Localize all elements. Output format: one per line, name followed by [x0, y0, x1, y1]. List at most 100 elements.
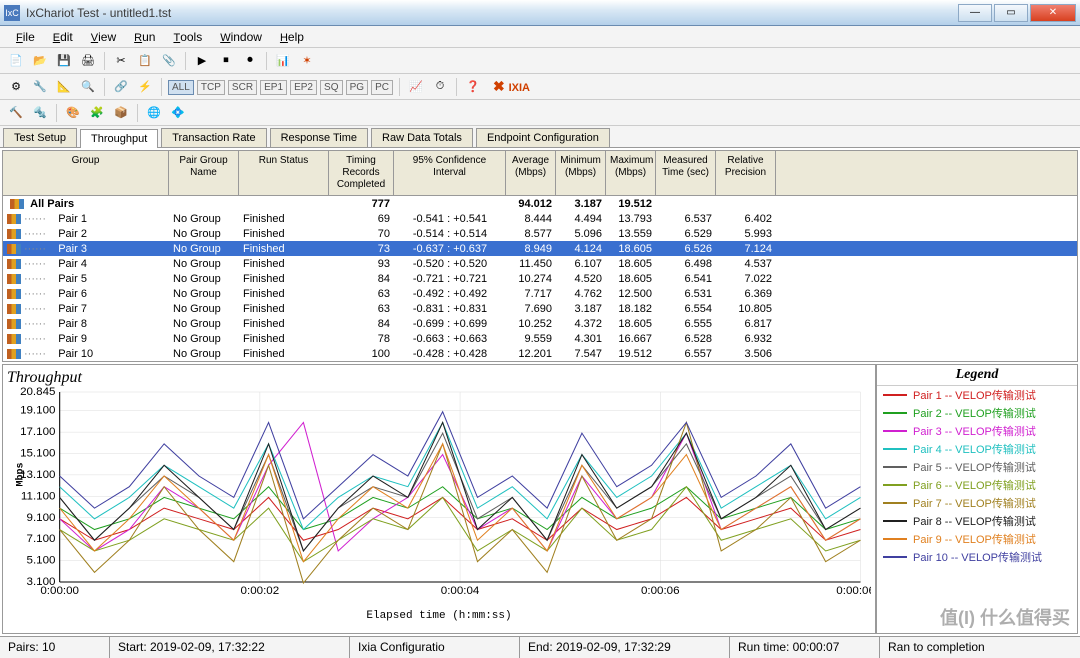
legend-item[interactable]: Pair 9 -- VELOP传输测试 [877, 530, 1077, 548]
tool-icon[interactable]: 💠 [168, 103, 188, 123]
help-icon[interactable]: ❓ [463, 77, 483, 97]
svg-text:0:00:06: 0:00:06 [641, 585, 680, 597]
tool-icon[interactable]: 🔗 [111, 77, 131, 97]
table-row[interactable]: ······ Pair 1 No GroupFinished69 -0.541 … [3, 211, 1077, 226]
grid-body[interactable]: All Pairs 77794.012 3.18719.512 ······ P… [3, 196, 1077, 361]
tool-icon[interactable]: 🔨 [6, 103, 26, 123]
save-icon[interactable]: 💾 [54, 51, 74, 71]
menu-help[interactable]: Help [272, 28, 312, 46]
open-icon[interactable]: 📂 [30, 51, 50, 71]
tab-transaction rate[interactable]: Transaction Rate [161, 128, 266, 147]
tab-strip: Test SetupThroughputTransaction RateResp… [0, 126, 1080, 148]
tab-response time[interactable]: Response Time [270, 128, 368, 147]
legend-item[interactable]: Pair 1 -- VELOP传输测试 [877, 386, 1077, 404]
brand-logo: ✖ IXIA [493, 78, 530, 95]
tool-icon[interactable]: ⚙ [6, 77, 26, 97]
filter-pc[interactable]: PC [371, 80, 393, 95]
filter-tcp[interactable]: TCP [197, 80, 225, 95]
maximize-button[interactable]: ▭ [994, 4, 1028, 22]
menu-edit[interactable]: Edit [45, 28, 81, 46]
legend-item[interactable]: Pair 7 -- VELOP传输测试 [877, 494, 1077, 512]
col-header[interactable]: RelativePrecision [716, 151, 776, 195]
paste-icon[interactable]: 📎 [159, 51, 179, 71]
legend-item[interactable]: Pair 4 -- VELOP传输测试 [877, 440, 1077, 458]
legend-item[interactable]: Pair 5 -- VELOP传输测试 [877, 458, 1077, 476]
col-header[interactable]: Group [3, 151, 169, 195]
menu-view[interactable]: View [83, 28, 124, 46]
stop-icon[interactable]: ⏹ [216, 51, 236, 71]
filter-ep1[interactable]: EP1 [260, 80, 287, 95]
tab-test setup[interactable]: Test Setup [3, 128, 77, 147]
legend-item[interactable]: Pair 10 -- VELOP传输测试 [877, 548, 1077, 566]
chart-icon[interactable]: 📊 [273, 51, 293, 71]
table-row[interactable]: ······ Pair 6 No GroupFinished63 -0.492 … [3, 286, 1077, 301]
record-icon[interactable]: ⏺ [240, 51, 260, 71]
table-row[interactable]: ······ Pair 10 No GroupFinished100 -0.42… [3, 346, 1077, 361]
tool-icon[interactable]: 📐 [54, 77, 74, 97]
table-row[interactable]: ······ Pair 8 No GroupFinished84 -0.699 … [3, 316, 1077, 331]
tool-icon[interactable]: 📈 [406, 77, 426, 97]
table-row[interactable]: ······ Pair 9 No GroupFinished78 -0.663 … [3, 331, 1077, 346]
svg-text:0:00:06.7: 0:00:06.7 [836, 585, 871, 597]
col-header[interactable]: Average(Mbps) [506, 151, 556, 195]
menu-bar: FileEditViewRunToolsWindowHelp [0, 26, 1080, 48]
status-runtime: Run time: 00:00:07 [730, 637, 880, 658]
svg-text:9.100: 9.100 [27, 512, 56, 524]
table-row[interactable]: ······ Pair 3 No GroupFinished73 -0.637 … [3, 241, 1077, 256]
tab-throughput[interactable]: Throughput [80, 129, 158, 148]
col-header[interactable]: Maximum(Mbps) [606, 151, 656, 195]
menu-run[interactable]: Run [126, 28, 163, 46]
filter-pg[interactable]: PG [346, 80, 368, 95]
export-icon[interactable]: ✶ [297, 51, 317, 71]
col-header[interactable]: Minimum(Mbps) [556, 151, 606, 195]
table-row[interactable]: ······ Pair 4 No GroupFinished93 -0.520 … [3, 256, 1077, 271]
svg-text:0:00:04: 0:00:04 [441, 585, 480, 597]
toolbar-1: 📄 📂 💾 🖨 ✂ 📋 📎 ▶ ⏹ ⏺ 📊 ✶ [0, 48, 1080, 74]
filter-all[interactable]: ALL [168, 80, 194, 95]
svg-text:7.100: 7.100 [27, 533, 56, 545]
tool-icon[interactable]: ⚡ [135, 77, 155, 97]
col-header[interactable]: Run Status [239, 151, 329, 195]
legend-item[interactable]: Pair 6 -- VELOP传输测试 [877, 476, 1077, 494]
tool-icon[interactable]: 🎨 [63, 103, 83, 123]
legend-item[interactable]: Pair 2 -- VELOP传输测试 [877, 404, 1077, 422]
new-icon[interactable]: 📄 [6, 51, 26, 71]
legend-item[interactable]: Pair 3 -- VELOP传输测试 [877, 422, 1077, 440]
tool-icon[interactable]: 🔩 [30, 103, 50, 123]
chart-title: Throughput [7, 369, 871, 387]
legend-item[interactable]: Pair 8 -- VELOP传输测试 [877, 512, 1077, 530]
tool-icon[interactable]: 📦 [111, 103, 131, 123]
svg-text:11.100: 11.100 [21, 491, 56, 503]
tool-icon[interactable]: 🧩 [87, 103, 107, 123]
table-row[interactable]: ······ Pair 5 No GroupFinished84 -0.721 … [3, 271, 1077, 286]
menu-window[interactable]: Window [212, 28, 270, 46]
col-header[interactable]: 95% ConfidenceInterval [394, 151, 506, 195]
table-row[interactable]: ······ Pair 7 No GroupFinished63 -0.831 … [3, 301, 1077, 316]
close-button[interactable]: ✕ [1030, 4, 1076, 22]
menu-tools[interactable]: Tools [165, 28, 210, 46]
print-icon[interactable]: 🖨 [78, 51, 98, 71]
table-row[interactable]: ······ Pair 2 No GroupFinished70 -0.514 … [3, 226, 1077, 241]
col-header[interactable]: Timing RecordsCompleted [329, 151, 394, 195]
svg-text:0:00:02: 0:00:02 [241, 585, 280, 597]
tool-icon[interactable]: 🌐 [144, 103, 164, 123]
filter-ep2[interactable]: EP2 [290, 80, 317, 95]
cut-icon[interactable]: ✂ [111, 51, 131, 71]
filter-sq[interactable]: SQ [320, 80, 342, 95]
col-header[interactable]: Pair GroupName [169, 151, 239, 195]
status-config: Ixia Configuratio [350, 637, 520, 658]
minimize-button[interactable]: — [958, 4, 992, 22]
tool-icon[interactable]: ⏱ [430, 77, 450, 97]
filter-scr[interactable]: SCR [228, 80, 257, 95]
tab-raw data totals[interactable]: Raw Data Totals [371, 128, 473, 147]
results-grid: GroupPair GroupNameRun StatusTiming Reco… [2, 150, 1078, 362]
copy-icon[interactable]: 📋 [135, 51, 155, 71]
status-start: Start: 2019-02-09, 17:32:22 [110, 637, 350, 658]
tab-endpoint configuration[interactable]: Endpoint Configuration [476, 128, 610, 147]
tool-icon[interactable]: 🔧 [30, 77, 50, 97]
run-icon[interactable]: ▶ [192, 51, 212, 71]
col-header[interactable]: MeasuredTime (sec) [656, 151, 716, 195]
all-pairs-row[interactable]: All Pairs 77794.012 3.18719.512 [3, 196, 1077, 211]
menu-file[interactable]: File [8, 28, 43, 46]
tool-icon[interactable]: 🔍 [78, 77, 98, 97]
